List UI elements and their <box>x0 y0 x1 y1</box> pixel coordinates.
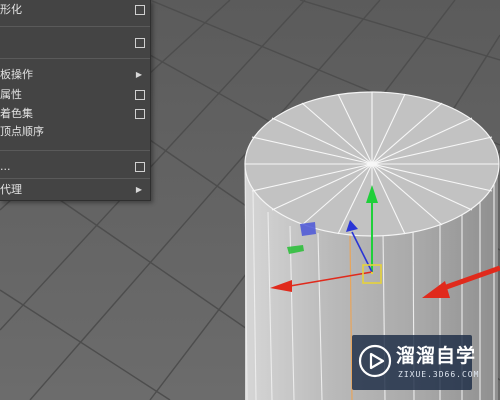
option-box-icon[interactable] <box>135 162 145 172</box>
menu-item-smooth[interactable]: 形化 <box>0 1 150 19</box>
menu-item-shading-set[interactable]: 着色集 <box>0 105 150 123</box>
menu-item-label: 属性 <box>0 88 22 101</box>
watermark-badge: 溜溜自学 ZIXUE.3D66.COM <box>352 335 478 390</box>
menu-item-unlabeled[interactable] <box>0 34 150 52</box>
menu-item-proxy[interactable]: 代理 ▶ <box>0 181 150 199</box>
menu-item-attributes[interactable]: 属性 <box>0 86 150 104</box>
watermark-site: ZIXUE.3D66.COM <box>398 370 480 379</box>
menu-divider <box>0 178 150 179</box>
menu-item-label: ... <box>0 160 11 173</box>
menu-item-board-ops[interactable]: 板操作 ▶ <box>0 66 150 84</box>
submenu-arrow-icon: ▶ <box>135 70 142 79</box>
menu-item-label: 着色集 <box>0 107 33 120</box>
menu-item-label: 形化 <box>0 3 22 16</box>
menu-item-ellipsis[interactable]: ... <box>0 158 150 176</box>
marking-context-menu: 形化 板操作 ▶ 属性 着色集 顶点顺序 ... 代理 ▶ <box>0 0 151 201</box>
option-box-icon[interactable] <box>135 5 145 15</box>
play-logo-icon <box>358 344 392 378</box>
watermark-brand: 溜溜自学 <box>396 345 477 367</box>
menu-item-label: 代理 <box>0 183 22 196</box>
menu-divider <box>0 150 150 151</box>
menu-item-label: 板操作 <box>0 68 33 81</box>
xz-plane-handle <box>300 222 316 236</box>
menu-divider <box>0 26 150 27</box>
menu-item-label: 顶点顺序 <box>0 125 44 138</box>
option-box-icon[interactable] <box>135 90 145 100</box>
menu-divider <box>0 58 150 59</box>
submenu-arrow-icon: ▶ <box>135 185 142 194</box>
maya-viewport[interactable]: 形化 板操作 ▶ 属性 着色集 顶点顺序 ... 代理 ▶ 溜溜自学 ZIXUE… <box>0 0 500 400</box>
option-box-icon[interactable] <box>135 109 145 119</box>
option-box-icon[interactable] <box>135 38 145 48</box>
menu-item-vertex-order[interactable]: 顶点顺序 <box>0 123 150 141</box>
